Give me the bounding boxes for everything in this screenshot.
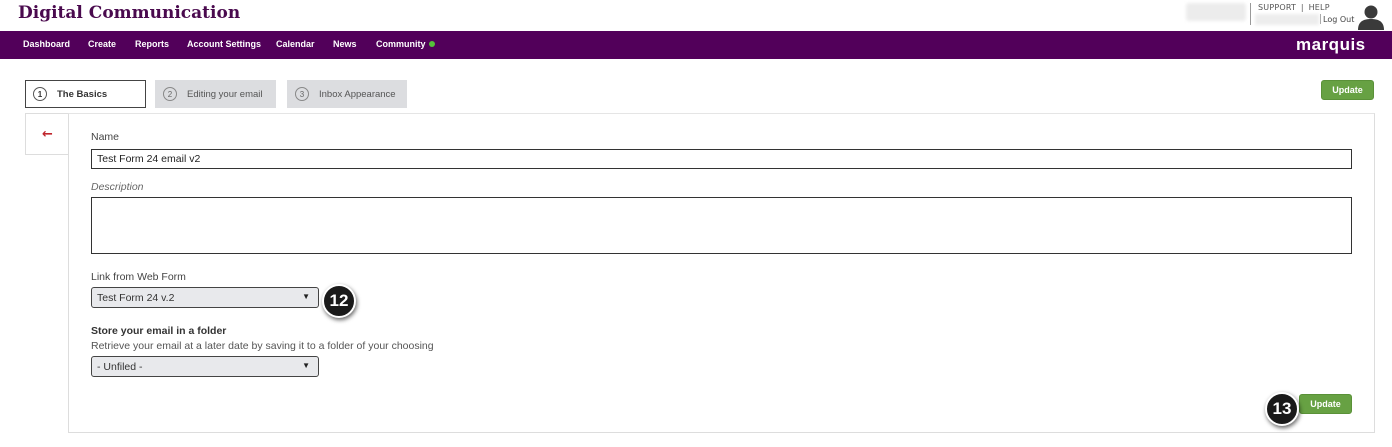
folder-select[interactable]: - Unfiled - ▼ bbox=[91, 356, 319, 377]
brand-logo[interactable]: marquis bbox=[1296, 35, 1366, 55]
arrow-left-icon: ← bbox=[42, 126, 53, 142]
step-label: Editing your email bbox=[187, 88, 263, 100]
step-label: The Basics bbox=[57, 88, 108, 100]
step-inbox-appearance[interactable]: 3 Inbox Appearance bbox=[287, 80, 407, 108]
link-separator: | bbox=[1300, 3, 1304, 12]
folder-label: Store your email in a folder bbox=[91, 325, 227, 337]
header-divider bbox=[1250, 3, 1251, 25]
online-status-dot bbox=[428, 41, 435, 47]
step-number-2: 2 bbox=[163, 87, 177, 101]
description-label: Description bbox=[91, 181, 144, 193]
redacted-account-info bbox=[1255, 14, 1319, 25]
name-label: Name bbox=[91, 131, 120, 143]
web-form-label: Link from Web Form bbox=[91, 271, 186, 283]
name-input[interactable]: Test Form 24 email v2 bbox=[91, 149, 1352, 169]
step-label: Inbox Appearance bbox=[319, 88, 396, 100]
user-avatar-icon[interactable] bbox=[1357, 4, 1385, 30]
main-nav-bar: Dashboard Create Reports Account Setting… bbox=[0, 31, 1392, 59]
step-number-3: 3 bbox=[295, 87, 309, 101]
redacted-user-info bbox=[1186, 3, 1246, 21]
back-tab[interactable]: ← bbox=[25, 113, 69, 155]
nav-create[interactable]: Create bbox=[88, 39, 116, 49]
nav-community[interactable]: Community bbox=[376, 39, 435, 49]
logout-link[interactable]: Log Out bbox=[1323, 15, 1354, 24]
chevron-down-icon: ▼ bbox=[302, 361, 310, 370]
callout-badge-13: 13 bbox=[1265, 392, 1299, 426]
folder-helper-text: Retrieve your email at a later date by s… bbox=[91, 340, 434, 352]
nav-community-label: Community bbox=[376, 39, 426, 49]
help-link[interactable]: HELP bbox=[1309, 3, 1330, 12]
web-form-select[interactable]: Test Form 24 v.2 ▼ bbox=[91, 287, 319, 308]
nav-calendar[interactable]: Calendar bbox=[276, 39, 315, 49]
web-form-selected-value: Test Form 24 v.2 bbox=[97, 291, 175, 304]
nav-dashboard[interactable]: Dashboard bbox=[23, 39, 70, 49]
app-title: Digital Communication bbox=[18, 3, 241, 23]
support-link[interactable]: SUPPORT bbox=[1258, 3, 1296, 12]
step-editing-your-email[interactable]: 2 Editing your email bbox=[155, 80, 276, 108]
chevron-down-icon: ▼ bbox=[302, 292, 310, 301]
update-button-bottom[interactable]: Update bbox=[1299, 394, 1352, 414]
step-number-1: 1 bbox=[33, 87, 47, 101]
support-help-links: SUPPORT | HELP bbox=[1257, 3, 1331, 12]
nav-reports[interactable]: Reports bbox=[135, 39, 169, 49]
folder-selected-value: - Unfiled - bbox=[97, 360, 143, 373]
nav-account-settings[interactable]: Account Settings bbox=[187, 39, 261, 49]
update-button-top[interactable]: Update bbox=[1321, 80, 1374, 100]
logout-divider bbox=[1320, 14, 1321, 24]
description-textarea[interactable] bbox=[91, 197, 1352, 254]
step-the-basics[interactable]: 1 The Basics bbox=[25, 80, 146, 108]
top-header: Digital Communication SUPPORT | HELP Log… bbox=[0, 0, 1392, 31]
callout-badge-12: 12 bbox=[322, 284, 356, 318]
nav-news[interactable]: News bbox=[333, 39, 357, 49]
